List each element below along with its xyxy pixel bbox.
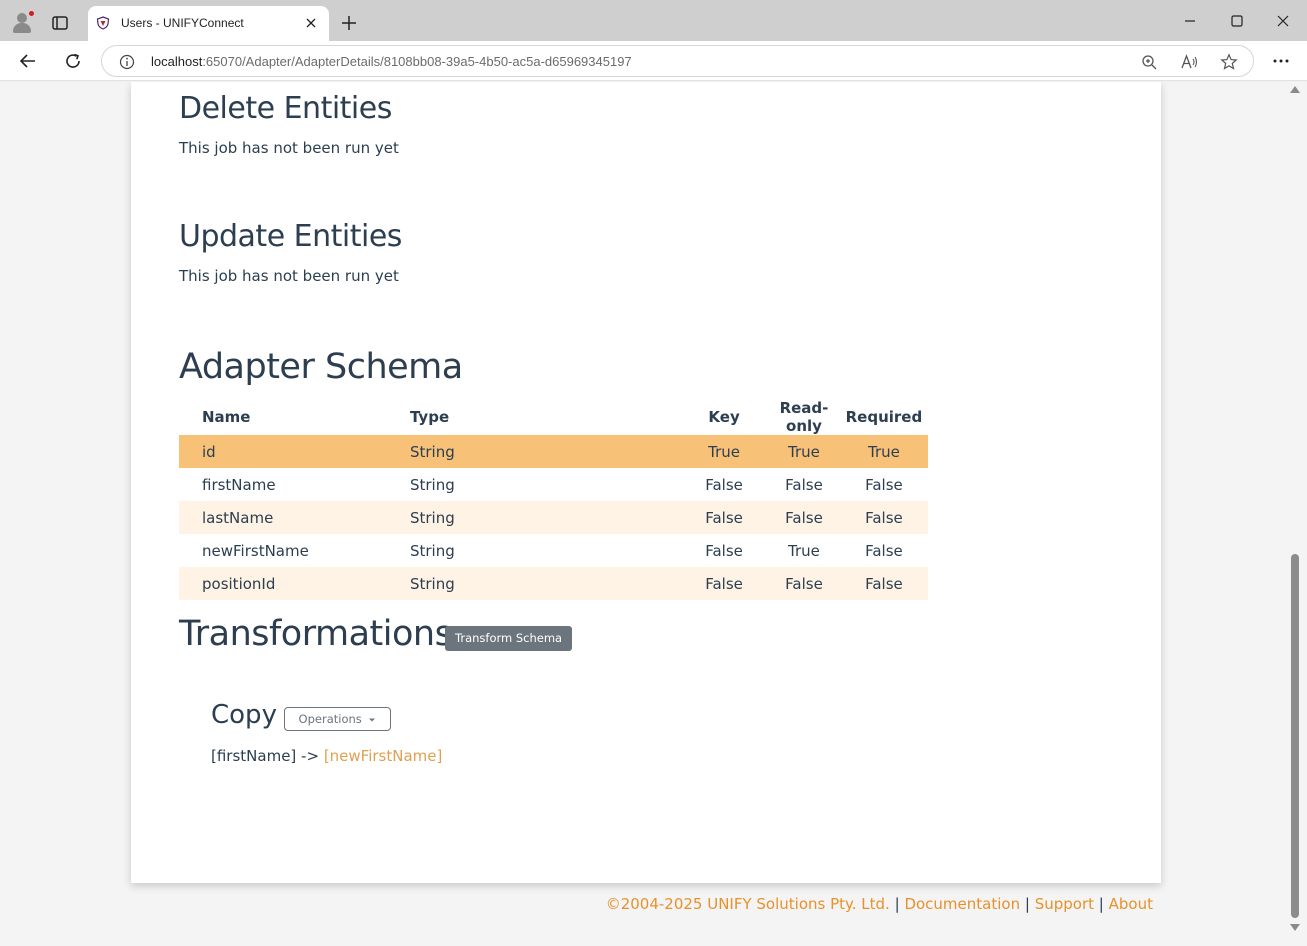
cell-required: False: [839, 501, 928, 534]
tab-title: Users - UNIFYConnect: [121, 16, 244, 30]
copy-mapping: [firstName] -> [newFirstName]: [211, 747, 442, 765]
transformations-title: Transformations: [179, 614, 453, 654]
cell-readonly: False: [768, 567, 840, 600]
reload-icon[interactable]: [63, 51, 83, 71]
cell-name: id: [179, 435, 387, 468]
copy-transformation-title: Copy: [211, 700, 277, 730]
zoom-icon[interactable]: [1140, 53, 1158, 71]
table-row[interactable]: lastName String False False False: [179, 501, 928, 534]
read-aloud-icon[interactable]: [1180, 53, 1198, 71]
col-header-key[interactable]: Key: [680, 399, 768, 435]
window-close-icon[interactable]: [1274, 12, 1292, 30]
cell-key: False: [680, 501, 769, 534]
table-row[interactable]: newFirstName String False True False: [179, 534, 928, 567]
update-entities-status: This job has not been run yet: [179, 267, 399, 285]
update-entities-title: Update Entities: [179, 219, 402, 254]
vertical-scrollbar[interactable]: [1288, 82, 1307, 946]
url-text: localhost:65070/Adapter/AdapterDetails/8…: [151, 54, 632, 69]
more-dots-icon[interactable]: [1271, 51, 1291, 71]
cell-name: positionId: [179, 567, 387, 600]
cell-type: String: [409, 475, 455, 494]
profile-icon[interactable]: [11, 10, 35, 33]
minimize-icon[interactable]: [1181, 12, 1199, 30]
maximize-icon[interactable]: [1228, 12, 1246, 30]
col-header-readonly[interactable]: Read-only: [768, 399, 840, 435]
mapping-target-link[interactable]: [newFirstName]: [324, 747, 443, 765]
info-icon[interactable]: [119, 54, 135, 70]
delete-entities-status: This job has not been run yet: [179, 139, 399, 157]
mapping-source: [firstName] ->: [211, 747, 320, 765]
cell-readonly: False: [785, 475, 823, 494]
cell-type: String: [386, 501, 681, 534]
tab-actions-icon[interactable]: [49, 12, 71, 34]
col-header-type[interactable]: Type: [387, 399, 680, 435]
cell-key: True: [680, 435, 769, 468]
tab-active[interactable]: Users - UNIFYConnect: [88, 6, 329, 41]
support-link[interactable]: Support: [1035, 895, 1094, 913]
cell-type: String: [409, 541, 455, 560]
address-bar-row: localhost:65070/Adapter/AdapterDetails/8…: [0, 41, 1307, 81]
cell-required: False: [865, 475, 903, 494]
cell-key: False: [705, 541, 743, 560]
favorite-star-icon[interactable]: [1220, 53, 1238, 71]
caret-down-icon: [369, 718, 376, 721]
page-viewport: Delete Entities This job has not been ru…: [0, 82, 1307, 946]
table-row-selected[interactable]: id String True True True: [179, 435, 928, 468]
close-icon[interactable]: [304, 16, 318, 30]
scroll-up-arrow-icon[interactable]: [1290, 86, 1300, 93]
page-footer: ©2004-2025 UNIFY Solutions Pty. Ltd. | D…: [606, 895, 1153, 913]
cell-name: firstName: [202, 475, 276, 494]
footer-separator: |: [1024, 895, 1030, 913]
adapter-schema-title: Adapter Schema: [179, 347, 463, 387]
table-row[interactable]: firstName String False False False: [179, 468, 928, 501]
cell-required: False: [865, 541, 903, 560]
transform-schema-button[interactable]: Transform Schema: [445, 626, 573, 651]
cell-readonly: False: [768, 501, 840, 534]
cell-key: False: [705, 475, 743, 494]
site-favicon: [96, 16, 110, 30]
cell-readonly: True: [768, 435, 840, 468]
plus-icon[interactable]: [340, 14, 358, 32]
operations-dropdown-button[interactable]: Operations: [284, 707, 391, 731]
cell-name: lastName: [179, 501, 387, 534]
operations-label: Operations: [298, 712, 362, 726]
title-bar: Users - UNIFYConnect: [0, 0, 1307, 41]
cell-type: String: [386, 567, 681, 600]
documentation-link[interactable]: Documentation: [904, 895, 1020, 913]
cell-key: False: [680, 567, 769, 600]
scroll-down-arrow-icon[interactable]: [1290, 924, 1300, 931]
schema-table: Name Type Key Read-only Required id Stri…: [179, 399, 928, 600]
col-header-name[interactable]: Name: [179, 399, 387, 435]
col-header-required[interactable]: Required: [840, 399, 928, 435]
table-header-row: Name Type Key Read-only Required: [179, 399, 928, 435]
cell-readonly: True: [788, 541, 820, 560]
scrollbar-thumb[interactable]: [1291, 554, 1299, 918]
footer-separator: |: [894, 895, 900, 913]
content-card: Delete Entities This job has not been ru…: [131, 82, 1161, 883]
back-arrow-icon[interactable]: [18, 51, 38, 71]
about-link[interactable]: About: [1109, 895, 1153, 913]
address-input[interactable]: localhost:65070/Adapter/AdapterDetails/8…: [101, 45, 1254, 77]
cell-type: String: [386, 435, 681, 468]
delete-entities-title: Delete Entities: [179, 91, 392, 126]
copyright-text: ©2004-2025 UNIFY Solutions Pty. Ltd.: [605, 895, 890, 913]
table-row[interactable]: positionId String False False False: [179, 567, 928, 600]
cell-required: True: [839, 435, 928, 468]
footer-separator: |: [1098, 895, 1104, 913]
cell-required: False: [839, 567, 928, 600]
cell-name: newFirstName: [202, 541, 309, 560]
